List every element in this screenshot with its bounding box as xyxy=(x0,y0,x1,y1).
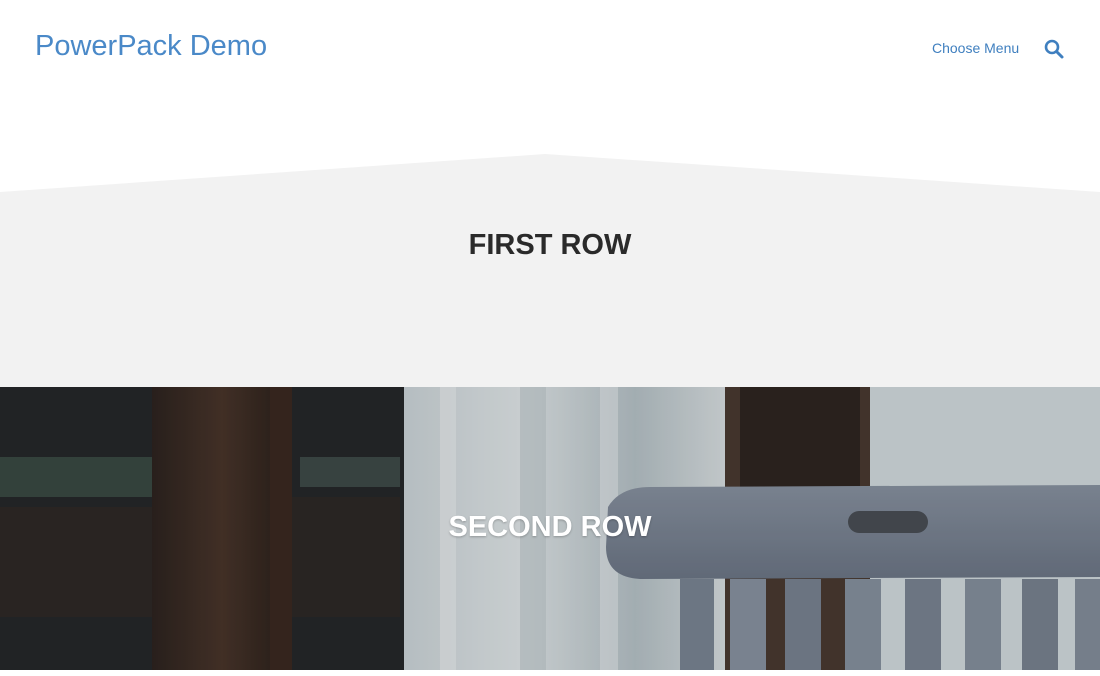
site-title-link[interactable]: PowerPack Demo xyxy=(35,30,267,63)
site-header: PowerPack Demo Choose Menu xyxy=(0,0,1100,96)
search-icon[interactable] xyxy=(1043,38,1065,60)
choose-menu-link[interactable]: Choose Menu xyxy=(932,40,1019,56)
second-row: SECOND ROW xyxy=(0,387,1100,670)
second-row-heading: SECOND ROW xyxy=(448,511,652,543)
page-bottom-edge xyxy=(0,670,1100,676)
page: PowerPack Demo Choose Menu FIRST ROW SEC… xyxy=(0,0,1100,676)
first-row-heading: FIRST ROW xyxy=(468,229,632,261)
first-row-background xyxy=(0,154,1100,390)
